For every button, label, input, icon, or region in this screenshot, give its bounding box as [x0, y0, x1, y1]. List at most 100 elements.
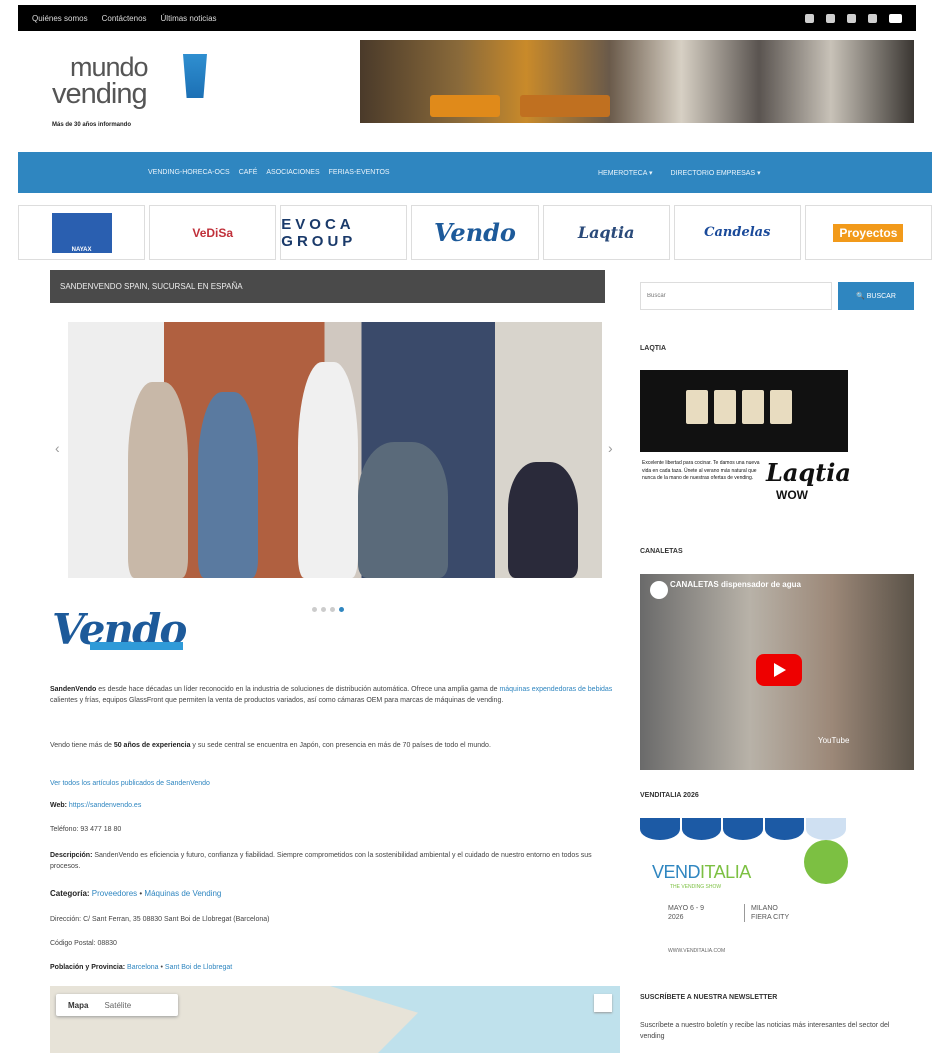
web-label: Web:	[50, 802, 67, 809]
nav-item-ferias[interactable]: FERIAS-EVENTOS	[329, 169, 390, 176]
desc-text: SandenVendo es eficiencia y futuro, conf…	[50, 852, 592, 871]
partner-logo-nayax[interactable]: NAYAX	[18, 205, 146, 260]
company-address: Dirección: C/ Sant Ferran, 35 08830 Sant…	[50, 916, 270, 923]
slider-dot[interactable]	[321, 607, 326, 612]
partner-logo-candelas[interactable]: Candelas	[673, 205, 801, 260]
paragraph-experience: Vendo tiene más de 50 años de experienci…	[50, 740, 620, 751]
search-input[interactable]	[640, 282, 832, 310]
logo-word-vending: vending	[52, 78, 148, 110]
company-category: Categoría: Proveedores • Máquinas de Ven…	[50, 889, 222, 898]
post-title: SANDENVENDO SPAIN, SUCURSAL EN ESPAÑA	[50, 270, 605, 303]
logo-tagline: Más de 30 años informando	[52, 122, 132, 128]
location-map[interactable]: Mapa Satélite	[50, 986, 620, 1053]
site-logo[interactable]: mundo vending Más de 30 años informando	[48, 50, 218, 130]
web-link[interactable]: https://sandenvendo.es	[67, 802, 141, 809]
partner-logo-proyectos[interactable]: Proyectos	[804, 205, 932, 260]
partner-logos: NAYAX VeDiSa EVOCA GROUP Vendo Laqtia Ca…	[18, 205, 932, 260]
top-link-contact[interactable]: Contáctenos	[102, 14, 147, 23]
youtube-icon[interactable]	[889, 13, 902, 23]
video-player[interactable]: CANALETAS dispensador de agua YouTube	[640, 574, 914, 770]
top-bar: Quiénes somos Contáctenos Últimas notici…	[18, 5, 916, 31]
vend-name-1: VEND	[652, 862, 701, 882]
social-links	[805, 13, 902, 23]
slider-dots	[312, 607, 344, 612]
vend-date: MAYO 6 - 9 2026	[668, 905, 705, 922]
company-postal-code: Código Postal: 08830	[50, 940, 117, 947]
nav-item-vending[interactable]: VENDING-HORECA-OCS	[148, 169, 230, 176]
slider-dot[interactable]	[312, 607, 317, 612]
slider-dot[interactable]	[330, 607, 335, 612]
partner-logo-evoca[interactable]: EVOCA GROUP	[280, 205, 408, 260]
venditalia-logo: VENDITALIA	[652, 862, 751, 883]
banner-food	[430, 95, 500, 117]
laqtia-ad[interactable]: Excelente libertad para cocinar. Te damo…	[640, 370, 851, 520]
play-icon[interactable]	[756, 654, 802, 686]
facebook-icon[interactable]	[847, 13, 856, 23]
exp-years: 50 años de experiencia	[113, 742, 191, 749]
venditalia-ad[interactable]: VENDITALIA THE VENDING SHOW MAYO 6 - 9 2…	[640, 818, 848, 963]
linkedin-icon[interactable]	[868, 13, 877, 23]
person-figure	[128, 382, 188, 578]
nav-item-cafe[interactable]: CAFÉ	[239, 169, 258, 176]
desc-label: Descripción:	[50, 852, 93, 859]
video-title: CANALETAS dispensador de agua	[670, 580, 801, 589]
category-link-maquinas[interactable]: Máquinas de Vending	[144, 889, 221, 898]
map-tab-mapa[interactable]: Mapa	[68, 1001, 88, 1010]
category-link-proveedores[interactable]: Proveedores	[92, 889, 137, 898]
cup-icon	[183, 54, 207, 98]
vend-name-2: ITALIA	[700, 862, 751, 882]
exp-text-pre: Vendo tiene más de	[50, 742, 114, 749]
product-pack	[714, 390, 736, 424]
partner-logo-vendo[interactable]: Vendo	[411, 205, 539, 260]
nav-item-directorio[interactable]: DIRECTORIO EMPRESAS ▾	[670, 169, 760, 177]
ad-wow: WOW	[776, 488, 808, 502]
widget-title-newsletter: SUSCRÍBETE A NUESTRA NEWSLETTER	[640, 994, 778, 1001]
ad-product-area	[640, 370, 848, 452]
image-slider[interactable]	[68, 322, 602, 578]
exp-text: y su sede central se encuentra en Japón,…	[190, 742, 491, 749]
vend-footer: WWW.VENDITALIA.COM	[668, 948, 726, 954]
instagram-icon[interactable]	[826, 13, 835, 23]
youtube-watermark[interactable]: YouTube	[818, 736, 849, 745]
top-link-about[interactable]: Quiénes somos	[32, 14, 88, 23]
fullscreen-icon[interactable]	[594, 994, 612, 1012]
person-figure	[508, 462, 578, 578]
pob-label: Población y Provincia:	[50, 964, 126, 971]
person-figure	[198, 392, 258, 578]
slider-dot-active[interactable]	[339, 607, 344, 612]
location-link-barcelona[interactable]: Barcelona	[127, 964, 159, 971]
header-ad-banner[interactable]	[360, 40, 914, 123]
slider-next-button[interactable]: ›	[608, 440, 613, 456]
x-icon[interactable]	[805, 13, 814, 23]
partner-logo-vedisa[interactable]: VeDiSa	[149, 205, 277, 260]
company-phone: Teléfono: 93 477 18 80	[50, 826, 122, 833]
intro-text-rest: calientes y frías, equipos GlassFront qu…	[50, 697, 504, 705]
company-description: Descripción: SandenVendo es eficiencia y…	[50, 850, 620, 872]
widget-title-laqtia: LAQTIA	[640, 345, 667, 352]
person-figure	[358, 442, 448, 578]
widget-title-canaletas: CANALETAS	[640, 548, 683, 555]
widget-title-venditalia: VENDITALIA 2026	[640, 792, 699, 799]
channel-avatar	[650, 581, 668, 599]
map-tab-satelite[interactable]: Satélite	[104, 1001, 131, 1010]
banner-food	[520, 95, 610, 117]
nav-item-hemeroteca[interactable]: HEMEROTECA ▾	[598, 169, 652, 177]
company-logo-subbar: SANDEN	[90, 642, 183, 657]
slider-prev-button[interactable]: ‹	[55, 440, 60, 456]
link-maquinas[interactable]: máquinas expendedoras de bebidas	[499, 686, 612, 693]
product-pack	[742, 390, 764, 424]
top-link-news[interactable]: Últimas noticias	[161, 14, 217, 23]
location-link-santboi[interactable]: Sant Boi de Llobregat	[165, 964, 232, 971]
person-figure	[298, 362, 358, 578]
nav-item-asociaciones[interactable]: ASOCIACIONES	[266, 169, 319, 176]
product-pack	[770, 390, 792, 424]
wave-decoration	[640, 818, 848, 840]
newsletter-text: Suscríbete a nuestro boletín y recibe la…	[640, 1022, 890, 1041]
top-links: Quiénes somos Contáctenos Últimas notici…	[32, 14, 217, 23]
vend-subtitle: THE VENDING SHOW	[670, 884, 722, 890]
product-pack	[686, 390, 708, 424]
ad-text: Excelente libertad para cocinar. Te damo…	[642, 460, 760, 481]
link-all-articles[interactable]: Ver todos los artículos publicados de Sa…	[50, 778, 620, 789]
search-button[interactable]: 🔍 BUSCAR	[838, 282, 914, 310]
partner-logo-laqtia[interactable]: Laqtia	[542, 205, 670, 260]
